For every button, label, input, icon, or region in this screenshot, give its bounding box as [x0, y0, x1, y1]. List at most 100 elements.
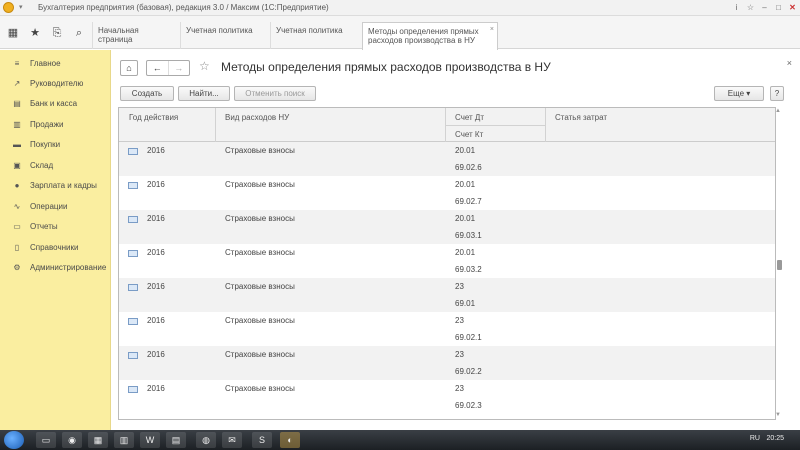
sidebar-item-label: Покупки: [30, 139, 61, 149]
table-row[interactable]: 2016 Страховые взносы 20.01 69.03.1: [119, 210, 775, 244]
sidebar-item-label: Руководителю: [30, 78, 84, 88]
cell-expense-type: Страховые взносы: [225, 180, 295, 189]
sidebar-item-directories[interactable]: ▯ Справочники: [0, 238, 111, 256]
maximize-button[interactable]: □: [773, 2, 784, 13]
firefox-icon[interactable]: ◍: [196, 432, 216, 448]
table-row[interactable]: 2016 Страховые взносы 23 69.02.3: [119, 380, 775, 414]
table-row[interactable]: 2016 Страховые взносы 20.01 69.02.7: [119, 176, 775, 210]
menu-icon: ≡: [14, 58, 20, 68]
history-icon[interactable]: ⎘: [50, 26, 64, 40]
mail-icon[interactable]: ✉: [222, 432, 242, 448]
sidebar-item-salary[interactable]: ● Зарплата и кадры: [0, 176, 111, 194]
star-icon[interactable]: ★: [28, 26, 42, 40]
table-header: Год действия Вид расходов НУ Счет Дт Сче…: [119, 108, 775, 142]
minimize-button[interactable]: –: [759, 2, 770, 13]
tab-label: Начальная страница: [98, 26, 139, 44]
word-icon[interactable]: W: [140, 432, 160, 448]
chrome-icon[interactable]: ◉: [62, 432, 82, 448]
navigation-buttons: ← →: [146, 60, 190, 76]
table-row[interactable]: 2016 Страховые взносы 23 69.01: [119, 278, 775, 312]
chevron-down-icon[interactable]: ▾: [19, 3, 29, 13]
title-bar: ▾ Бухгалтерия предприятия (базовая), ред…: [0, 0, 800, 16]
pdf-icon[interactable]: ▤: [166, 432, 186, 448]
table-row[interactable]: 2016 Страховые взносы 20.01 69.02.6: [119, 142, 775, 176]
tab-home[interactable]: Начальная страница: [92, 22, 178, 49]
cell-credit: 69.02.7: [455, 197, 482, 206]
table-row[interactable]: 2016 Страховые взносы 23 69.02.2: [119, 346, 775, 380]
sidebar-item-bank[interactable]: ▤ Банк и касса: [0, 94, 111, 112]
reports-icon: ▭: [13, 221, 21, 231]
page-title: Методы определения прямых расходов произ…: [221, 60, 551, 74]
sidebar-item-purchases[interactable]: ▬ Покупки: [0, 135, 111, 153]
sidebar-item-label: Администрирование: [30, 262, 107, 272]
sidebar-item-label: Справочники: [30, 242, 79, 252]
start-button[interactable]: [4, 431, 24, 449]
back-arrow-icon[interactable]: ←: [147, 61, 168, 75]
skype-icon[interactable]: S: [252, 432, 272, 448]
scroll-down-icon[interactable]: ▼: [775, 412, 781, 418]
sidebar-item-label: Продажи: [30, 119, 64, 129]
grid-icon[interactable]: ▦: [6, 26, 20, 40]
tab-accounting-policy-1[interactable]: Учетная политика: [180, 22, 268, 49]
sidebar-item-reports[interactable]: ▭ Отчеты: [0, 217, 111, 235]
onenote-icon[interactable]: ▥: [114, 432, 134, 448]
close-button[interactable]: ✕: [787, 2, 798, 13]
forward-arrow-icon[interactable]: →: [167, 61, 190, 75]
close-icon[interactable]: ×: [787, 58, 792, 68]
cell-credit: 69.01: [455, 299, 476, 308]
operations-icon: ∿: [13, 201, 21, 211]
window-controls: i ☆ – □ ✕: [731, 2, 798, 13]
find-button[interactable]: Найти...: [178, 86, 230, 101]
home-button[interactable]: ⌂: [120, 60, 138, 76]
cell-credit: 69.02.3: [455, 401, 482, 410]
tab-close-icon[interactable]: ×: [490, 25, 494, 34]
tab-direct-costs-methods[interactable]: Методы определения прямых расходов произ…: [362, 22, 498, 50]
table-row[interactable]: 2016 Страховые взносы 20.01 69.03.2: [119, 244, 775, 278]
column-header-year[interactable]: Год действия: [129, 113, 178, 122]
cell-expense-type: Страховые взносы: [225, 146, 295, 155]
table-row[interactable]: 2016 Страховые взносы 23 69.02.1: [119, 312, 775, 346]
favorite-icon[interactable]: ☆: [745, 2, 756, 13]
column-header-expense-type[interactable]: Вид расходов НУ: [225, 113, 289, 122]
sidebar-item-main[interactable]: ≡ Главное: [0, 54, 111, 72]
taskbar: ▭ ◉ ▦ ▥ W ▤ ◍ ✉ S ◐ RU 20:25: [0, 430, 800, 450]
sidebar-item-operations[interactable]: ∿ Операции: [0, 197, 111, 215]
scrollbar-thumb[interactable]: [777, 260, 782, 270]
sidebar-item-manager[interactable]: ↗ Руководителю: [0, 74, 111, 92]
sidebar-item-warehouse[interactable]: ▣ Склад: [0, 156, 111, 174]
sidebar-item-admin[interactable]: ⚙ Администрирование: [0, 258, 111, 276]
create-button[interactable]: Создать: [120, 86, 174, 101]
column-header-cost-item[interactable]: Статья затрат: [555, 113, 607, 122]
tab-accounting-policy-2[interactable]: Учетная политика: [270, 22, 360, 49]
search-icon[interactable]: ⌕: [72, 26, 86, 40]
header-divider: [445, 125, 545, 126]
cell-debit: 20.01: [455, 146, 476, 155]
explorer-icon[interactable]: ▭: [36, 432, 56, 448]
cell-expense-type: Страховые взносы: [225, 248, 295, 257]
column-divider: [545, 108, 546, 142]
cell-credit: 69.02.1: [455, 333, 482, 342]
more-button[interactable]: Еще ▾: [714, 86, 764, 101]
cell-expense-type: Страховые взносы: [225, 350, 295, 359]
cell-debit: 20.01: [455, 248, 476, 257]
record-icon: [128, 182, 138, 189]
help-button[interactable]: ?: [770, 86, 784, 101]
sidebar-item-label: Склад: [30, 160, 54, 170]
sidebar-item-sales[interactable]: ▥ Продажи: [0, 115, 111, 133]
clock[interactable]: 20:25: [766, 435, 784, 442]
column-header-credit[interactable]: Счет Кт: [455, 130, 483, 139]
chart-icon: ↗: [13, 78, 21, 88]
cart-icon: ▥: [13, 119, 21, 129]
column-header-debit[interactable]: Счет Дт: [455, 113, 484, 122]
language-indicator[interactable]: RU: [750, 435, 760, 442]
excel-icon[interactable]: ▦: [88, 432, 108, 448]
cell-year: 2016: [147, 248, 165, 257]
app-logo-icon[interactable]: [3, 2, 14, 13]
info-icon[interactable]: i: [731, 2, 742, 13]
favorite-star-icon[interactable]: ☆: [199, 59, 210, 73]
scroll-up-icon[interactable]: ▲: [775, 108, 781, 114]
cell-credit: 69.02.6: [455, 163, 482, 172]
1c-app-icon[interactable]: ◐: [280, 432, 300, 448]
tabs-bar: ▦ ★ ⎘ ⌕ Начальная страница Учетная полит…: [0, 16, 800, 50]
cancel-search-button[interactable]: Отменить поиск: [234, 86, 316, 101]
